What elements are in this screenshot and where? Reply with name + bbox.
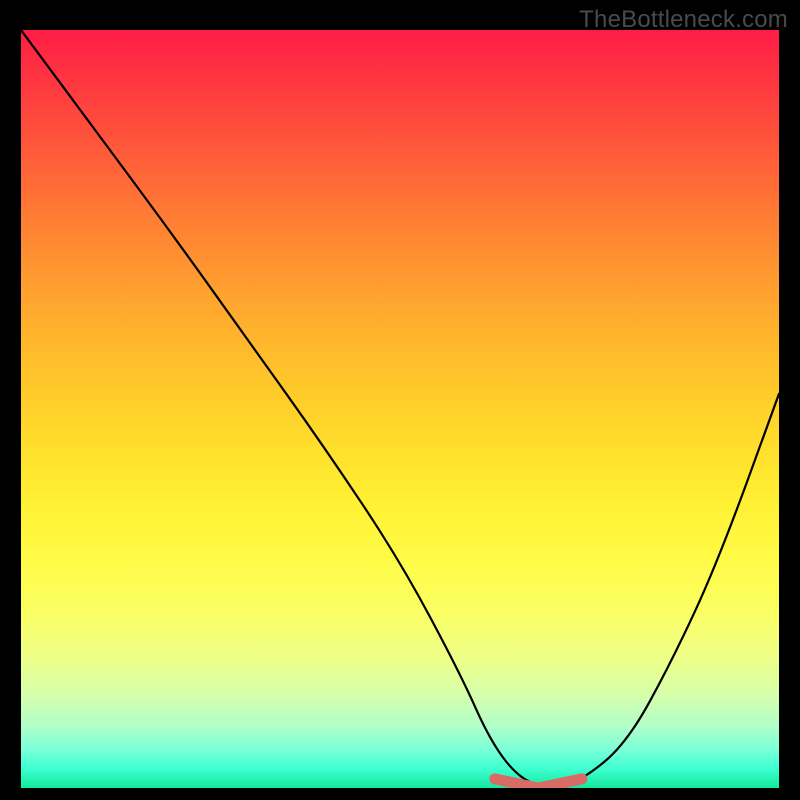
bottom-black-bar — [21, 788, 779, 800]
bottleneck-curve-path — [21, 30, 779, 786]
curve-svg — [21, 30, 779, 788]
trough-marker-path — [495, 779, 582, 788]
chart-stage: TheBottleneck.com — [0, 0, 800, 800]
watermark-text: TheBottleneck.com — [579, 6, 788, 34]
plot-area — [21, 30, 779, 788]
